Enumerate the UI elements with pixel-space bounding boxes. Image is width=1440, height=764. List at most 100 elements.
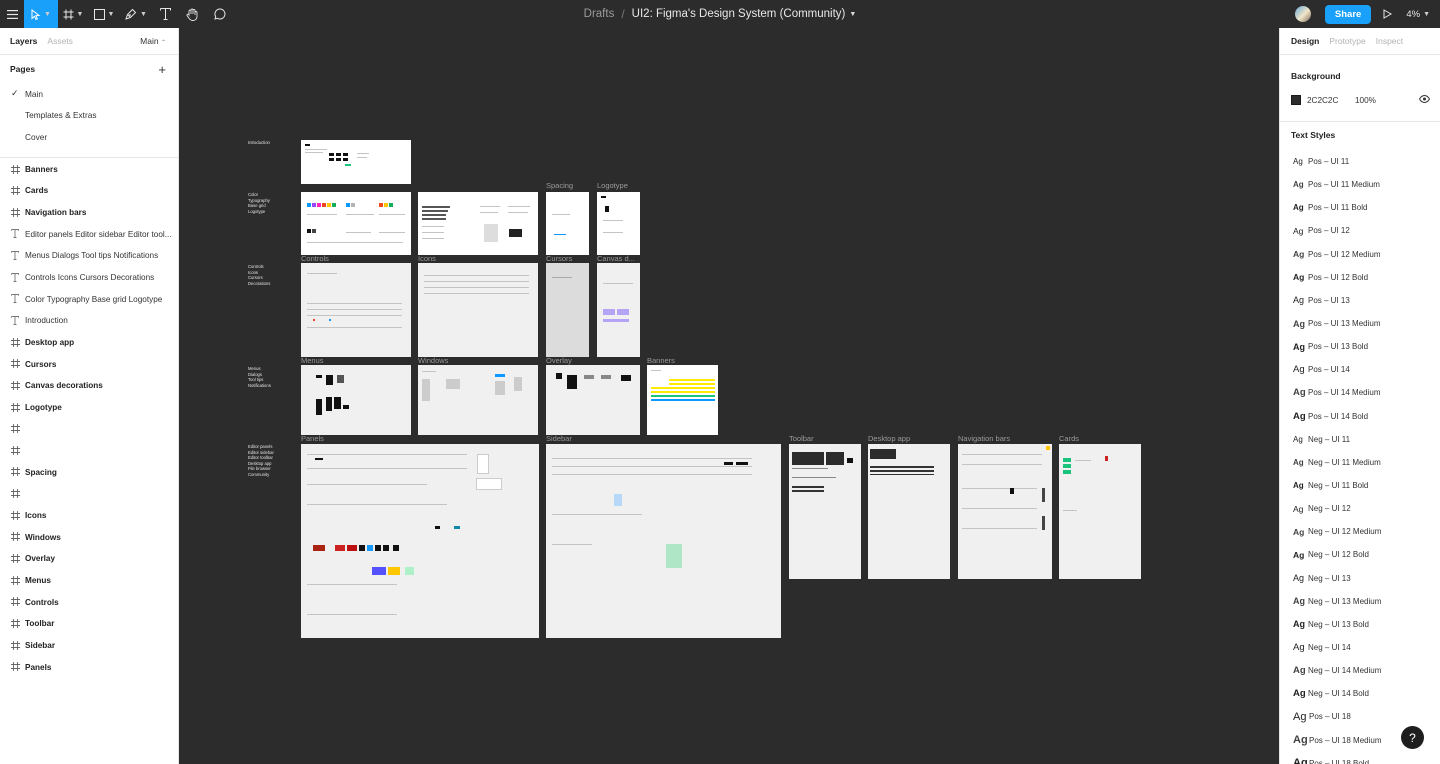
layer-row[interactable]: Logotype — [0, 397, 178, 419]
layer-row[interactable]: Navigation bars — [0, 202, 178, 224]
layer-row[interactable]: Banners — [0, 159, 178, 181]
layer-row[interactable] — [0, 440, 178, 462]
page-item-cover[interactable]: Cover — [0, 126, 178, 148]
layer-row[interactable]: Overlay — [0, 548, 178, 570]
text-style-item[interactable]: Ag Neg – UI 14 Medium — [1280, 659, 1440, 682]
tab-prototype[interactable]: Prototype — [1329, 36, 1365, 46]
background-fill-row[interactable]: 2C2C2C 100% — [1280, 89, 1440, 111]
text-style-item[interactable]: Ag Pos – UI 18 Bold — [1280, 752, 1440, 764]
text-style-item[interactable]: Ag Neg – UI 12 — [1280, 497, 1440, 520]
text-style-item[interactable]: Ag Pos – UI 14 Bold — [1280, 405, 1440, 428]
frame-introduction[interactable] — [301, 140, 411, 184]
design-canvas[interactable]: Introduction Color Typography Base grid … — [180, 28, 1279, 764]
text-style-item[interactable]: Ag Pos – UI 11 Medium — [1280, 173, 1440, 196]
pen-tool-button[interactable]: ▼ — [120, 0, 152, 28]
tab-assets[interactable]: Assets — [47, 36, 73, 46]
page-selector[interactable]: Main ⌃ — [140, 36, 166, 46]
frame-cards[interactable] — [1059, 444, 1141, 579]
frame-color[interactable] — [301, 192, 411, 255]
tab-layers[interactable]: Layers — [10, 36, 37, 46]
text-style-item[interactable]: Ag Pos – UI 13 — [1280, 289, 1440, 312]
layer-row[interactable]: Controls Icons Cursors Decorations — [0, 267, 178, 289]
text-style-item[interactable]: Ag Neg – UI 14 — [1280, 636, 1440, 659]
layer-row[interactable]: Desktop app — [0, 332, 178, 354]
frame-panels[interactable] — [301, 444, 539, 638]
shape-tool-button[interactable]: ▼ — [88, 0, 120, 28]
layer-row[interactable]: Color Typography Base grid Logotype — [0, 288, 178, 310]
layer-row[interactable]: Controls — [0, 591, 178, 613]
frame-banners[interactable] — [647, 365, 718, 435]
frame-sidebar[interactable] — [546, 444, 781, 638]
text-style-item[interactable]: Ag Neg – UI 12 Bold — [1280, 543, 1440, 566]
text-style-item[interactable]: Ag Pos – UI 13 Bold — [1280, 335, 1440, 358]
move-tool-button[interactable]: ▼ — [24, 0, 58, 28]
layer-row[interactable]: Cursors — [0, 353, 178, 375]
text-style-item[interactable]: Ag Neg – UI 11 — [1280, 428, 1440, 451]
frame-canvas-decorations[interactable] — [597, 263, 640, 357]
zoom-dropdown[interactable]: 4% ▼ — [1406, 9, 1430, 20]
chevron-down-icon[interactable]: ▼ — [849, 11, 856, 18]
text-style-item[interactable]: Ag Neg – UI 11 Bold — [1280, 474, 1440, 497]
text-style-item[interactable]: Ag Pos – UI 14 Medium — [1280, 381, 1440, 404]
frame-logotype[interactable] — [597, 192, 640, 255]
comment-tool-button[interactable] — [206, 0, 234, 28]
layer-row[interactable]: Introduction — [0, 310, 178, 332]
text-style-item[interactable]: Ag Neg – UI 13 — [1280, 567, 1440, 590]
layer-row[interactable]: Canvas decorations — [0, 375, 178, 397]
frame-toolbar[interactable] — [789, 444, 861, 579]
eye-icon[interactable] — [1419, 95, 1430, 103]
text-style-item[interactable]: Ag Pos – UI 13 Medium — [1280, 312, 1440, 335]
color-swatch[interactable] — [1291, 95, 1301, 105]
frame-windows[interactable] — [418, 365, 538, 435]
frame-icons[interactable] — [418, 263, 538, 357]
frame-tool-button[interactable]: ▼ — [58, 0, 88, 28]
text-style-item[interactable]: Ag Neg – UI 13 Medium — [1280, 590, 1440, 613]
layer-row[interactable]: Editor panels Editor sidebar Editor tool… — [0, 223, 178, 245]
layer-row[interactable]: Spacing — [0, 461, 178, 483]
layer-row[interactable]: Toolbar — [0, 613, 178, 635]
document-title[interactable]: UI2: Figma's Design System (Community) — [632, 8, 846, 20]
page-item-main[interactable]: ✓ Main — [0, 83, 178, 105]
text-tool-button[interactable] — [152, 0, 178, 28]
hand-tool-button[interactable] — [178, 0, 206, 28]
avatar[interactable] — [1294, 6, 1311, 22]
text-style-item[interactable]: Ag Pos – UI 14 — [1280, 358, 1440, 381]
page-item-templates[interactable]: Templates & Extras — [0, 105, 178, 127]
frame-controls[interactable] — [301, 263, 411, 357]
layer-row[interactable]: Cards — [0, 180, 178, 202]
text-style-item[interactable]: Ag Pos – UI 12 — [1280, 219, 1440, 242]
text-style-item[interactable]: Ag Neg – UI 11 Medium — [1280, 451, 1440, 474]
add-page-icon[interactable]: + — [158, 62, 166, 77]
background-opacity-input[interactable]: 100% — [1355, 96, 1376, 105]
text-style-item[interactable]: Ag Neg – UI 12 Medium — [1280, 520, 1440, 543]
layer-row[interactable]: Menus Dialogs Tool tips Notifications — [0, 245, 178, 267]
main-menu-button[interactable] — [0, 0, 24, 28]
frame-menus[interactable] — [301, 365, 411, 435]
layer-row[interactable] — [0, 483, 178, 505]
frame-typography[interactable] — [418, 192, 538, 255]
layer-row[interactable]: Icons — [0, 505, 178, 527]
share-button[interactable]: Share — [1324, 4, 1372, 24]
play-present-icon[interactable] — [1383, 9, 1393, 19]
text-style-item[interactable]: Ag Pos – UI 12 Medium — [1280, 243, 1440, 266]
text-style-item[interactable]: Ag Pos – UI 11 — [1280, 150, 1440, 173]
text-style-item[interactable]: Ag Pos – UI 18 — [1280, 705, 1440, 728]
layer-row[interactable]: Panels — [0, 656, 178, 678]
tab-design[interactable]: Design — [1291, 36, 1319, 46]
layer-row[interactable]: Sidebar — [0, 635, 178, 657]
text-style-item[interactable]: Ag Pos – UI 12 Bold — [1280, 266, 1440, 289]
help-button[interactable]: ? — [1401, 726, 1424, 749]
background-hex-input[interactable]: 2C2C2C — [1307, 96, 1338, 105]
breadcrumb-drafts[interactable]: Drafts — [584, 8, 615, 20]
text-style-item[interactable]: Ag Neg – UI 14 Bold — [1280, 682, 1440, 705]
layer-row[interactable] — [0, 418, 178, 440]
frame-cursors[interactable] — [546, 263, 589, 357]
text-style-item[interactable]: Ag Neg – UI 13 Bold — [1280, 613, 1440, 636]
frame-desktop-app[interactable] — [868, 444, 950, 579]
frame-navigation-bars[interactable] — [958, 444, 1052, 579]
layer-row[interactable]: Windows — [0, 526, 178, 548]
tab-inspect[interactable]: Inspect — [1376, 36, 1403, 46]
frame-overlay[interactable] — [546, 365, 640, 435]
frame-spacing[interactable] — [546, 192, 589, 255]
text-style-item[interactable]: Ag Pos – UI 11 Bold — [1280, 196, 1440, 219]
